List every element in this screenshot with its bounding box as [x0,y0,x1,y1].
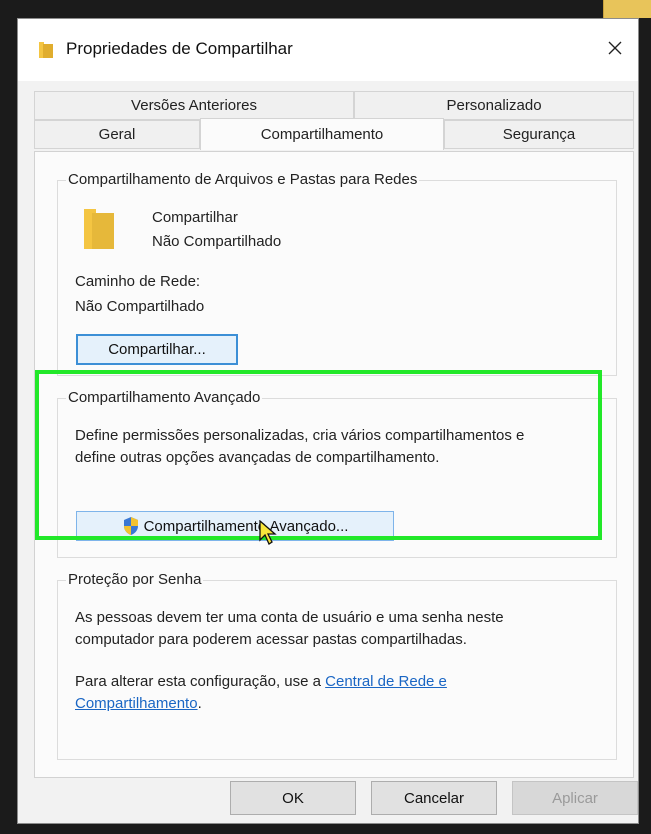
password-protection-group: Proteção por Senha As pessoas devem ter … [57,571,617,760]
password-description-line2: computador para poderem acessar pastas c… [75,631,467,648]
password-change-prefix: Para alterar esta configuração, use a [75,673,321,690]
advanced-sharing-title: Compartilhamento Avançado [66,389,263,406]
advanced-sharing-button[interactable]: Compartilhamento Avançado... [76,511,394,541]
network-sharing-title: Compartilhamento de Arquivos e Pastas pa… [66,171,420,188]
sharing-tab-panel: Compartilhamento de Arquivos e Pastas pa… [34,151,634,778]
advanced-sharing-group: Compartilhamento Avançado Define permiss… [57,389,617,558]
network-path-label: Caminho de Rede: [75,273,201,290]
network-sharing-group: Compartilhamento de Arquivos e Pastas pa… [57,171,617,376]
link-suffix: . [197,695,202,712]
folder-icon [38,41,54,63]
shared-folder-icon [82,205,116,255]
tab-personalizado[interactable]: Personalizado [354,91,634,120]
apply-button[interactable]: Aplicar [512,781,638,815]
title-bar: Propriedades de Compartilhar [18,19,638,81]
tab-versoes-anteriores[interactable]: Versões Anteriores [34,91,354,120]
desktop-folder-corner [603,0,651,18]
close-icon [607,40,623,60]
ok-button[interactable]: OK [230,781,356,815]
folder-name: Compartilhar [152,209,238,226]
network-center-link[interactable]: Central de Rede e [325,673,447,690]
folder-share-status: Não Compartilhado [152,233,282,250]
tab-seguranca[interactable]: Segurança [444,120,634,149]
password-change-text: Para alterar esta configuração, use a Ce… [75,671,615,693]
cancel-button[interactable]: Cancelar [371,781,497,815]
tab-compartilhamento[interactable]: Compartilhamento [200,118,444,150]
properties-dialog: Propriedades de Compartilhar Versões Ant… [17,18,639,824]
tab-geral[interactable]: Geral [34,120,200,149]
password-change-text-line2: Compartilhamento. [75,693,615,715]
password-protection-title: Proteção por Senha [66,571,204,588]
window-title: Propriedades de Compartilhar [66,39,293,58]
mouse-cursor-icon [259,519,277,550]
advanced-sharing-button-label: Compartilhamento Avançado... [143,517,349,535]
network-path-value: Não Compartilhado [75,298,205,315]
password-description-line1: As pessoas devem ter uma conta de usuári… [75,609,504,626]
network-center-link-continued[interactable]: Compartilhamento [75,695,198,712]
share-button[interactable]: Compartilhar... [76,334,238,365]
advanced-sharing-description-line2: define outras opções avançadas de compar… [75,449,440,466]
uac-shield-icon [122,516,140,536]
close-button[interactable] [598,35,632,65]
advanced-sharing-description-line1: Define permissões personalizadas, cria v… [75,427,525,444]
